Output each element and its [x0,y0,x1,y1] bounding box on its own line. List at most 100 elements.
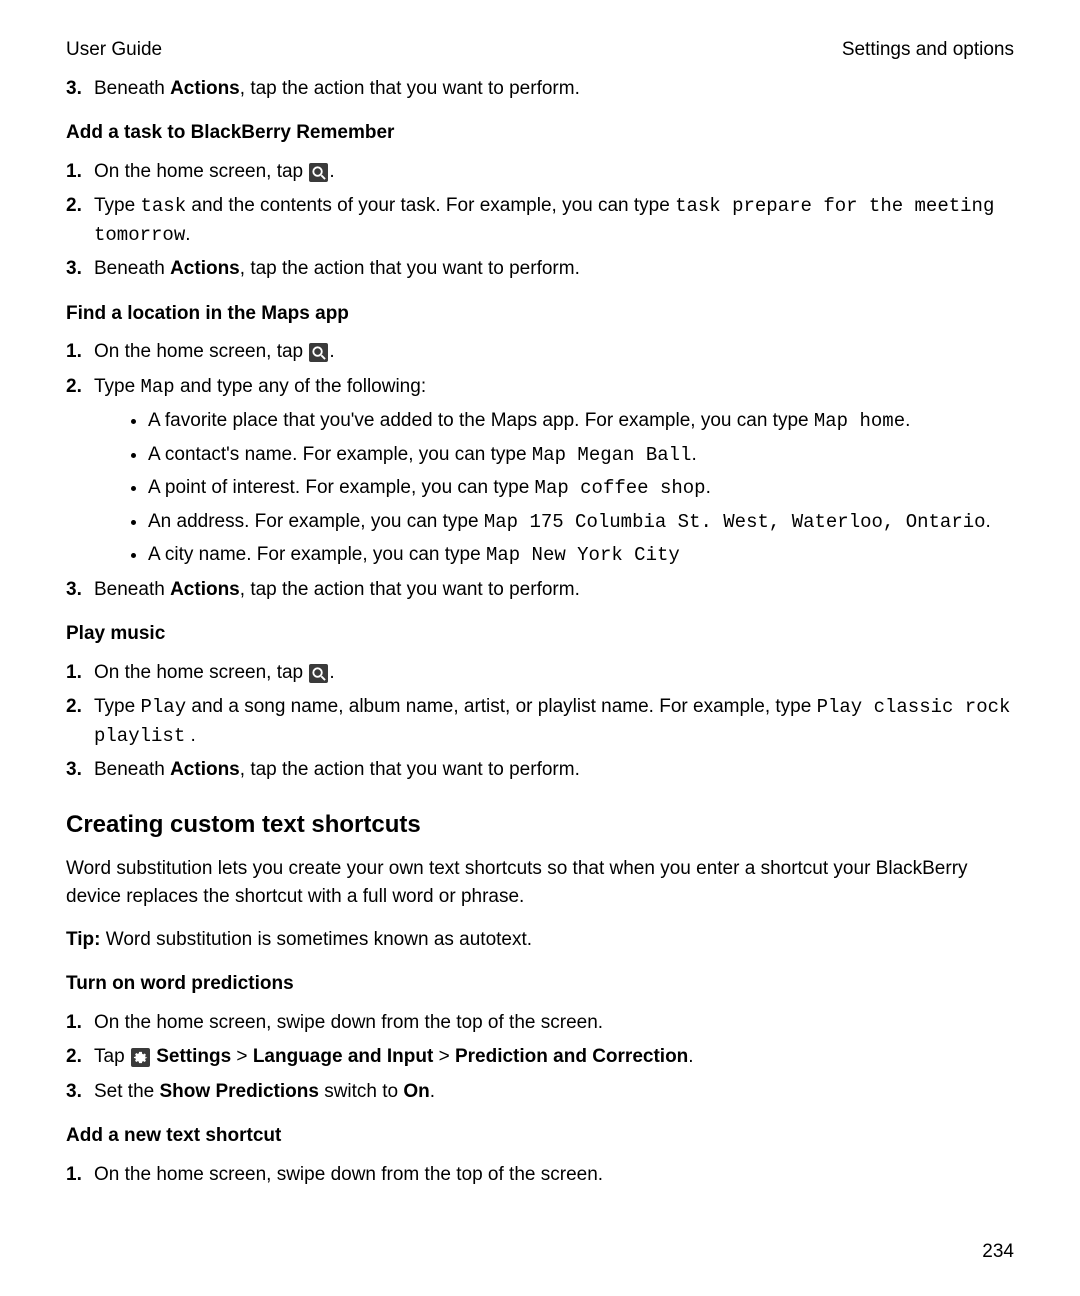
text: A contact's name. For example, you can t… [148,444,532,465]
text: Beneath [94,78,170,99]
list-item: A city name. For example, you can type M… [148,541,1014,570]
item-number: 3. [66,255,82,284]
list-item: 2. Type Map and type any of the followin… [66,373,1014,570]
text: and the contents of your task. For examp… [186,195,675,216]
bold-text: Language and Input [253,1046,434,1067]
list-item: A contact's name. For example, you can t… [148,441,1014,470]
text: Type [94,376,140,397]
text: . [329,161,334,182]
list-item: A favorite place that you've added to th… [148,407,1014,436]
item-number: 3. [66,576,82,605]
text: and a song name, album name, artist, or … [186,696,816,717]
list-item: 1. On the home screen, tap . [66,659,1014,688]
tip: Tip: Word substitution is sometimes know… [66,926,1014,955]
list-item: 3. Beneath Actions, tap the action that … [66,75,1014,104]
list-word-predictions: 1. On the home screen, swipe down from t… [66,1009,1014,1107]
search-icon [309,163,328,182]
text: Tap [94,1046,130,1067]
subheading-maps: Find a location in the Maps app [66,300,1014,329]
text: A point of interest. For example, you ca… [148,477,535,498]
tip-label: Tip: [66,929,100,950]
page-number: 234 [982,1238,1014,1267]
list-item: 1. On the home screen, tap . [66,338,1014,367]
list-item: 3. Beneath Actions, tap the action that … [66,255,1014,284]
text: Type [94,195,140,216]
mono-text: Play [140,696,186,718]
text: Beneath [94,258,170,279]
item-number: 1. [66,659,82,688]
text: . [430,1081,435,1102]
text: . [706,477,711,498]
text: Set the [94,1081,160,1102]
search-icon [309,664,328,683]
text: . [905,410,910,431]
text: A favorite place that you've added to th… [148,410,814,431]
bold-text: Actions [170,258,240,279]
header-left: User Guide [66,36,162,65]
list-item: 1. On the home screen, swipe down from t… [66,1161,1014,1190]
item-number: 2. [66,1043,82,1072]
text: . [691,444,696,465]
text: , tap the action that you want to perfor… [240,258,580,279]
mono-text: Map 175 Columbia St. West, Waterloo, Ont… [484,511,986,533]
bullets-maps: A favorite place that you've added to th… [94,407,1014,570]
list-item: 2. Type task and the contents of your ta… [66,192,1014,249]
mono-text: Map Megan Ball [532,444,692,466]
text: and type any of the following: [175,376,426,397]
text: . [986,511,991,532]
text: , tap the action that you want to perfor… [240,78,580,99]
list-add-task: 1. On the home screen, tap . 2. Type tas… [66,158,1014,284]
bold-text: Actions [170,579,240,600]
bold-text: Show Predictions [160,1081,319,1102]
text: , tap the action that you want to perfor… [240,759,580,780]
subheading-add-task: Add a task to BlackBerry Remember [66,119,1014,148]
item-number: 1. [66,158,82,187]
gear-icon [131,1048,150,1067]
item-number: 1. [66,1009,82,1038]
text: A city name. For example, you can type [148,544,486,565]
text: > [433,1046,455,1067]
text: Type [94,696,140,717]
item-number: 2. [66,693,82,722]
list-item: 3. Beneath Actions, tap the action that … [66,576,1014,605]
text: , tap the action that you want to perfor… [240,579,580,600]
text: On the home screen, swipe down from the … [94,1012,603,1033]
list-item: 3. Set the Show Predictions switch to On… [66,1078,1014,1107]
search-icon [309,343,328,362]
list-item: An address. For example, you can type Ma… [148,508,1014,537]
bold-text: On [403,1081,429,1102]
text: > [231,1046,253,1067]
mono-text: Map New York City [486,544,680,566]
bold-text: Actions [170,78,240,99]
text: . [688,1046,693,1067]
heading-custom-shortcuts: Creating custom text shortcuts [66,807,1014,843]
mono-text: Map [140,376,174,398]
paragraph: Word substitution lets you create your o… [66,855,1014,912]
text: . [185,224,190,245]
list-item: 3. Beneath Actions, tap the action that … [66,756,1014,785]
list-item: 2. Tap Settings > Language and Input > P… [66,1043,1014,1072]
text: On the home screen, tap [94,341,308,362]
item-number: 2. [66,192,82,221]
text: Word substitution is sometimes known as … [100,929,532,950]
text: . [329,662,334,683]
list-item: 1. On the home screen, tap . [66,158,1014,187]
item-number: 1. [66,338,82,367]
list-item: 2. Type Play and a song name, album name… [66,693,1014,750]
list-item: 1. On the home screen, swipe down from t… [66,1009,1014,1038]
item-number: 2. [66,373,82,402]
text: On the home screen, swipe down from the … [94,1164,603,1185]
text: On the home screen, tap [94,161,308,182]
mono-text: Map home [814,410,905,432]
bold-text: Settings [151,1046,231,1067]
header-right: Settings and options [842,36,1014,65]
page-header: User Guide Settings and options [66,36,1014,65]
text: Beneath [94,759,170,780]
list-new-shortcut: 1. On the home screen, swipe down from t… [66,1161,1014,1190]
subheading-word-predictions: Turn on word predictions [66,970,1014,999]
list-fragment-top: 3. Beneath Actions, tap the action that … [66,75,1014,104]
text: An address. For example, you can type [148,511,484,532]
mono-text: task [140,195,186,217]
text: Beneath [94,579,170,600]
list-maps: 1. On the home screen, tap . 2. Type Map… [66,338,1014,604]
